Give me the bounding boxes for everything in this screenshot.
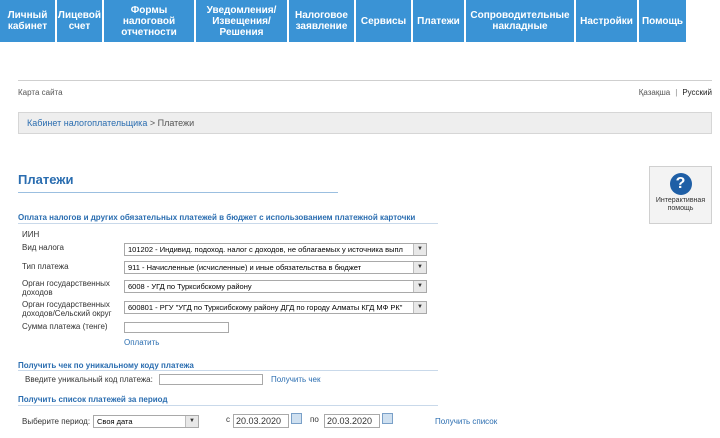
main-nav: Личный кабинет Лицевой счет Формы налогово… <box>0 0 720 42</box>
breadcrumb-home-link[interactable]: Кабинет налогоплательщика <box>27 118 147 128</box>
date-to-input[interactable]: 20.03.2020 <box>324 414 380 428</box>
nav-item-9[interactable]: Помощь <box>639 0 686 42</box>
chevron-down-icon: ▼ <box>413 281 426 292</box>
section-card-payment-title: Оплата налогов и других обязательных пла… <box>18 213 416 222</box>
payment-type-label: Тип платежа <box>22 262 69 271</box>
period-select[interactable]: Своя дата ▼ <box>93 415 199 428</box>
breadcrumb: Кабинет налогоплательщика > Платежи <box>18 112 712 134</box>
revenue-org-select[interactable]: 6008 - УГД по Турксибскому району ▼ <box>124 280 427 293</box>
chevron-down-icon: ▼ <box>413 262 426 273</box>
tax-type-select[interactable]: 101202 - Индивид. подоход. налог с доход… <box>124 243 427 256</box>
lang-russian-link[interactable]: Русский <box>682 88 712 97</box>
lang-separator: | <box>675 88 678 97</box>
nav-item-label: Уведомления/ Извещения/ Решения <box>206 4 277 38</box>
tax-type-label: Вид налога <box>22 243 64 252</box>
help-question-icon: ? <box>669 173 692 195</box>
revenue-org-district-select[interactable]: 600801 - РГУ "УГД по Турксибскому району… <box>124 301 427 314</box>
nav-item-7[interactable]: Сопроводительные накладные <box>466 0 574 42</box>
section-divider <box>18 405 438 406</box>
nav-item-3[interactable]: Уведомления/ Извещения/ Решения <box>196 0 287 42</box>
revenue-org-label: Орган государственных доходов <box>22 279 110 297</box>
nav-item-2[interactable]: Формы налоговой отчетности <box>104 0 194 42</box>
nav-item-5[interactable]: Сервисы <box>356 0 411 42</box>
nav-item-label: Формы налоговой отчетности <box>121 4 177 38</box>
get-payment-list-link[interactable]: Получить список <box>435 417 497 426</box>
nav-item-8[interactable]: Настройки <box>576 0 637 42</box>
sitemap-link[interactable]: Карта сайта <box>18 88 63 97</box>
nav-item-label: Помощь <box>641 15 684 27</box>
page-title: Платежи <box>18 172 74 187</box>
nav-item-label: Настройки <box>580 15 633 27</box>
nav-item-label: Личный кабинет <box>7 10 48 32</box>
get-receipt-link[interactable]: Получить чек <box>271 375 321 384</box>
chevron-down-icon: ▼ <box>413 302 426 313</box>
nav-item-4[interactable]: Налоговое заявление <box>289 0 354 42</box>
unique-code-input[interactable] <box>159 374 263 385</box>
nav-item-label: Лицевой счет <box>57 10 102 32</box>
section-payment-list-title: Получить список платежей за период <box>18 395 168 404</box>
date-from-input[interactable]: 20.03.2020 <box>233 414 289 428</box>
section-receipt-title: Получить чек по уникальному коду платежа <box>18 361 194 370</box>
payment-type-select[interactable]: 911 - Начисленные (исчисленные) и иные о… <box>124 261 427 274</box>
date-from-label: с <box>226 415 230 424</box>
calendar-icon[interactable] <box>382 413 393 424</box>
payment-sum-input[interactable] <box>124 322 229 333</box>
unique-code-label: Введите уникальный код платежа: <box>25 375 153 384</box>
nav-item-label: Платежи <box>417 15 460 27</box>
pay-link[interactable]: Оплатить <box>124 338 159 347</box>
revenue-org-district-label: Орган государственных доходов/Сельский о… <box>22 300 112 318</box>
language-switcher: Қазақша | Русский <box>639 88 712 97</box>
breadcrumb-separator: > <box>147 118 158 128</box>
period-value: Своя дата <box>97 417 133 426</box>
divider <box>18 80 712 81</box>
interactive-help-button[interactable]: ? Интерактивная помощь <box>649 166 712 224</box>
nav-item-label: Налоговое заявление <box>295 10 348 32</box>
nav-item-0[interactable]: Личный кабинет <box>0 0 55 42</box>
tax-type-value: 101202 - Индивид. подоход. налог с доход… <box>128 245 403 254</box>
payment-type-value: 911 - Начисленные (исчисленные) и иные о… <box>128 263 362 272</box>
help-label: Интерактивная помощь <box>655 197 706 212</box>
period-label: Выберите период: <box>22 417 91 426</box>
nav-item-label: Сопроводительные накладные <box>470 10 570 32</box>
nav-item-1[interactable]: Лицевой счет <box>57 0 102 42</box>
lang-kazakh-link[interactable]: Қазақша <box>639 88 671 97</box>
section-divider <box>18 370 438 371</box>
payment-sum-label: Сумма платежа (тенге) <box>22 322 108 331</box>
revenue-org-district-value: 600801 - РГУ "УГД по Турксибскому району… <box>128 303 403 312</box>
revenue-org-value: 6008 - УГД по Турксибскому району <box>128 282 252 291</box>
chevron-down-icon: ▼ <box>185 416 198 427</box>
calendar-icon[interactable] <box>291 413 302 424</box>
date-to-label: по <box>310 415 319 424</box>
nav-item-6[interactable]: Платежи <box>413 0 464 42</box>
iin-label: ИИН <box>22 230 40 239</box>
section-divider <box>18 223 438 224</box>
nav-item-label: Сервисы <box>360 15 407 27</box>
chevron-down-icon: ▼ <box>413 244 426 255</box>
title-underline <box>18 192 338 193</box>
breadcrumb-current: Платежи <box>157 118 195 128</box>
